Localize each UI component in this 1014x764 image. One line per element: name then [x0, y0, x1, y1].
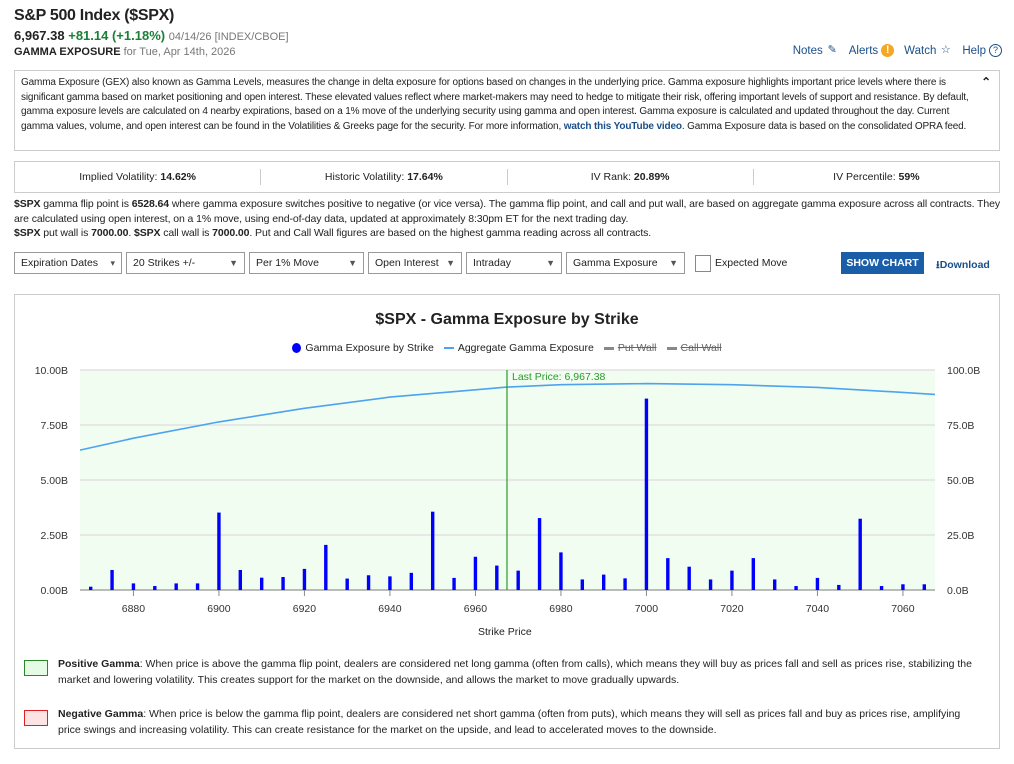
y-tick-right: 25.0B — [947, 530, 974, 542]
gamma-bar — [302, 568, 307, 590]
gamma-bar — [580, 579, 585, 590]
gamma-bar — [195, 583, 200, 590]
y-tick-left: 10.00B — [35, 365, 68, 377]
gamma-bar — [324, 544, 328, 590]
y-tick-left: 0.00B — [41, 585, 68, 597]
y-tick-left: 2.50B — [41, 530, 68, 542]
gamma-bar — [110, 569, 114, 590]
y-tick-right: 100.0B — [947, 365, 980, 377]
x-tick-label: 6920 — [293, 603, 317, 615]
gamma-chart: 0.00B 0.0B 2.50B 25.0B 5.00B 50.0B 7.50B 75.0B 1… — [35, 365, 981, 615]
y-tick-right: 0.0B — [947, 585, 969, 597]
gamma-bar — [495, 565, 499, 590]
x-tick-label: 7000 — [635, 603, 659, 615]
gamma-bar — [473, 556, 478, 590]
gamma-bar — [644, 398, 649, 590]
gamma-bar — [687, 566, 691, 590]
gamma-bar — [858, 518, 862, 590]
positive-gamma-note: Positive Gamma: When price is above the … — [24, 657, 984, 688]
positive-gamma-swatch — [24, 660, 48, 676]
gamma-bar — [708, 579, 713, 590]
gamma-bar — [345, 578, 349, 590]
gamma-bar — [666, 558, 670, 590]
x-tick-label: 7040 — [806, 603, 830, 615]
x-axis-label: Strike Price — [478, 626, 532, 638]
gamma-bar — [259, 577, 264, 590]
gamma-bar — [559, 552, 563, 590]
y-tick-right: 75.0B — [947, 420, 974, 432]
gamma-bar — [366, 575, 371, 590]
gamma-bar — [537, 518, 542, 590]
gamma-bar — [516, 570, 520, 590]
gamma-bar — [217, 512, 221, 590]
y-tick-right: 50.0B — [947, 475, 974, 487]
gamma-bar — [601, 574, 606, 590]
negative-gamma-note: Negative Gamma: When price is below the … — [24, 707, 984, 738]
gamma-bar — [174, 583, 178, 590]
gamma-bar — [452, 577, 456, 590]
negative-gamma-swatch — [24, 710, 48, 726]
x-tick-label: 6880 — [122, 603, 146, 615]
x-tick-label: 6980 — [549, 603, 573, 615]
y-tick-left: 7.50B — [41, 420, 68, 432]
gamma-bar — [730, 570, 734, 590]
y-tick-left: 5.00B — [41, 475, 68, 487]
last-price-label: Last Price: 6,967.38 — [512, 371, 606, 383]
gamma-bar — [430, 511, 435, 590]
x-tick-label: 6900 — [207, 603, 231, 615]
gamma-bar — [837, 584, 841, 590]
gamma-bar — [794, 586, 798, 590]
x-tick-label: 7020 — [720, 603, 744, 615]
x-tick-label: 6940 — [378, 603, 402, 615]
gamma-bar — [409, 572, 414, 590]
gamma-bar — [131, 583, 136, 590]
gamma-bar — [922, 584, 927, 590]
gamma-bar — [751, 558, 756, 590]
gamma-bar — [238, 569, 243, 590]
gamma-bar — [901, 584, 905, 590]
gamma-bar — [772, 579, 777, 590]
gamma-bar — [153, 586, 157, 590]
x-tick-label: 7060 — [891, 603, 915, 615]
gamma-bar — [88, 586, 93, 590]
gamma-bar — [815, 577, 820, 590]
gamma-bar — [623, 578, 627, 590]
x-tick-label: 6960 — [464, 603, 488, 615]
gamma-bar — [281, 577, 285, 590]
gamma-bar — [388, 576, 392, 590]
gamma-bar — [879, 586, 884, 590]
